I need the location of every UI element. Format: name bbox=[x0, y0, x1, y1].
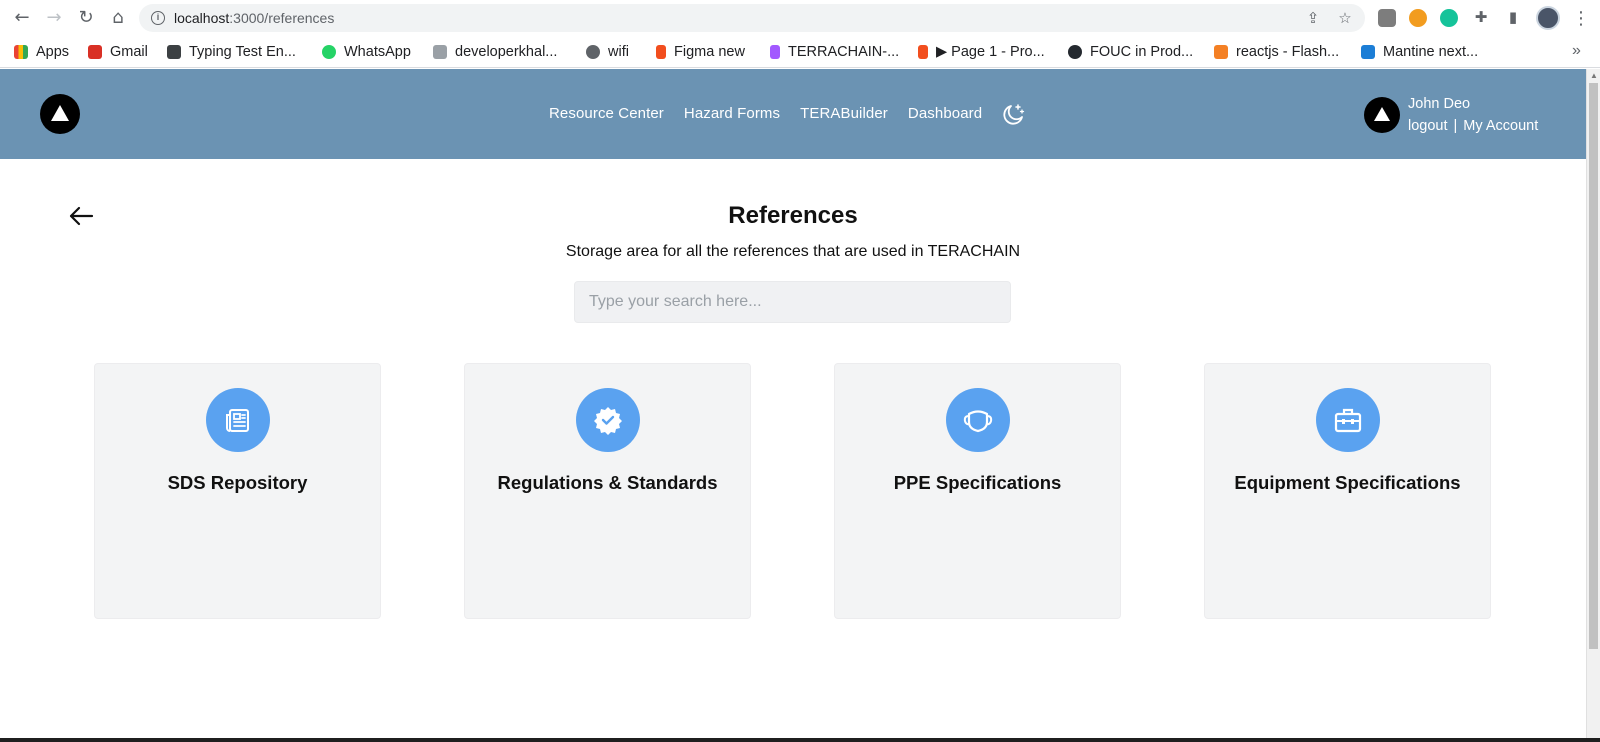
app-header: Resource Center Hazard Forms TERABuilder… bbox=[0, 69, 1586, 159]
menu-icon[interactable]: ⋮ bbox=[1572, 8, 1590, 29]
toolbox-icon bbox=[1316, 388, 1380, 452]
card-sds-repository[interactable]: SDS Repository bbox=[94, 363, 381, 619]
browser-toolbar: ← → ↻ ⌂ i localhost:3000/references ⇪ ☆ … bbox=[0, 0, 1600, 36]
side-panel-icon[interactable]: ▮ bbox=[1505, 9, 1521, 25]
puzzle-icon[interactable]: ✚ bbox=[1473, 9, 1489, 25]
face-mask-icon bbox=[946, 388, 1010, 452]
bookmark-label: developerkhal... bbox=[455, 44, 558, 60]
address-bar[interactable]: i localhost:3000/references ⇪ ☆ bbox=[139, 4, 1365, 32]
extension-icon[interactable] bbox=[1440, 9, 1458, 27]
bookmark-label: Typing Test En... bbox=[189, 44, 296, 60]
bookmark-label: FOUC in Prod... bbox=[1090, 44, 1194, 60]
nav-dashboard[interactable]: Dashboard bbox=[908, 105, 982, 122]
whatsapp-icon bbox=[322, 45, 336, 59]
card-equipment-specifications[interactable]: Equipment Specifications bbox=[1204, 363, 1491, 619]
bookmark-item[interactable]: Figma new bbox=[656, 42, 745, 62]
star-icon[interactable]: ☆ bbox=[1337, 10, 1353, 26]
figma-icon bbox=[770, 45, 780, 59]
back-arrow-icon[interactable]: ← bbox=[12, 8, 32, 28]
stackoverflow-icon bbox=[1214, 45, 1228, 59]
link-separator: | bbox=[1453, 118, 1458, 134]
bookmark-label: WhatsApp bbox=[344, 44, 411, 60]
bookmark-label: TERRACHAIN-... bbox=[788, 44, 900, 60]
typing-icon bbox=[167, 45, 181, 59]
my-account-link[interactable]: My Account bbox=[1463, 118, 1538, 134]
figma-icon bbox=[656, 45, 666, 59]
bookmark-label: reactjs - Flash... bbox=[1236, 44, 1340, 60]
window-bottom-edge bbox=[0, 738, 1600, 742]
verified-badge-icon bbox=[576, 388, 640, 452]
logout-link[interactable]: logout bbox=[1408, 118, 1448, 134]
home-icon[interactable]: ⌂ bbox=[108, 8, 128, 28]
bookmark-label: Mantine next... bbox=[1383, 44, 1479, 60]
apps-icon bbox=[14, 45, 28, 59]
bookmark-item[interactable]: developerkhal... bbox=[433, 42, 557, 62]
card-title: PPE Specifications bbox=[893, 472, 1062, 493]
user-name: John Deo bbox=[1408, 96, 1471, 112]
page-title: References bbox=[728, 202, 858, 229]
bookmark-item[interactable]: Apps bbox=[14, 42, 69, 62]
scrollbar-thumb[interactable] bbox=[1589, 83, 1598, 649]
bookmark-label: Figma new bbox=[674, 44, 745, 60]
github-icon bbox=[1068, 45, 1082, 59]
user-links: logout | My Account bbox=[1408, 118, 1538, 134]
react-icon bbox=[1361, 45, 1375, 59]
profile-avatar[interactable] bbox=[1536, 6, 1560, 30]
share-icon[interactable]: ⇪ bbox=[1305, 10, 1321, 26]
page-scrollbar[interactable]: ▲ bbox=[1586, 69, 1600, 742]
reload-icon[interactable]: ↻ bbox=[76, 8, 96, 28]
extension-icon[interactable] bbox=[1378, 9, 1396, 27]
bookmark-item[interactable]: Gmail bbox=[88, 42, 148, 62]
gmail-icon bbox=[88, 45, 102, 59]
bookmark-item[interactable]: WhatsApp bbox=[322, 42, 411, 62]
bookmark-label: Gmail bbox=[110, 44, 148, 60]
extension-icon[interactable] bbox=[1409, 9, 1427, 27]
bookmark-item[interactable]: TERRACHAIN-... bbox=[770, 42, 899, 62]
info-icon[interactable]: i bbox=[151, 11, 165, 25]
bookmark-label: Apps bbox=[36, 44, 70, 60]
bookmark-item[interactable]: Typing Test En... bbox=[167, 42, 296, 62]
bookmark-label: wifi bbox=[608, 44, 629, 60]
user-avatar[interactable] bbox=[1364, 97, 1400, 133]
bookmark-item[interactable]: reactjs - Flash... bbox=[1214, 42, 1339, 62]
newspaper-icon bbox=[206, 388, 270, 452]
bookmark-item[interactable]: Mantine next... bbox=[1361, 42, 1478, 62]
url-text[interactable]: localhost:3000/references bbox=[174, 10, 334, 26]
figma-icon bbox=[918, 45, 928, 59]
bookmark-item[interactable]: wifi bbox=[586, 42, 629, 62]
scroll-up-icon[interactable]: ▲ bbox=[1590, 71, 1598, 80]
bookmark-item[interactable]: ▶ Page 1 - Pro... bbox=[918, 42, 1045, 62]
url-host: localhost bbox=[174, 10, 230, 26]
nav-resource-center[interactable]: Resource Center bbox=[549, 105, 664, 122]
forward-arrow-icon[interactable]: → bbox=[44, 8, 64, 28]
card-regulations-standards[interactable]: Regulations & Standards bbox=[464, 363, 751, 619]
card-title: Equipment Specifications bbox=[1234, 472, 1461, 493]
bookmark-label: ▶ Page 1 - Pro... bbox=[936, 44, 1045, 60]
page-subtitle: Storage area for all the references that… bbox=[565, 243, 1021, 260]
url-path: :3000/references bbox=[229, 10, 335, 26]
nav-hazard-forms[interactable]: Hazard Forms bbox=[684, 105, 780, 122]
bookmark-item[interactable]: FOUC in Prod... bbox=[1068, 42, 1193, 62]
globe-icon bbox=[586, 45, 600, 59]
search-input[interactable] bbox=[574, 281, 1011, 323]
theme-toggle-moon-icon[interactable] bbox=[1000, 102, 1026, 128]
card-title: SDS Repository bbox=[167, 472, 308, 493]
more-bookmarks-button[interactable]: » bbox=[1572, 42, 1581, 60]
card-title: Regulations & Standards bbox=[497, 472, 718, 493]
nav-terabuilder[interactable]: TERABuilder bbox=[800, 105, 888, 122]
site-icon bbox=[433, 45, 447, 59]
bookmarks-bar: Apps Gmail Typing Test En... WhatsApp de… bbox=[0, 36, 1600, 68]
card-ppe-specifications[interactable]: PPE Specifications bbox=[834, 363, 1121, 619]
main-nav: Resource Center Hazard Forms TERABuilder… bbox=[549, 105, 982, 122]
logo-icon[interactable] bbox=[40, 94, 80, 134]
